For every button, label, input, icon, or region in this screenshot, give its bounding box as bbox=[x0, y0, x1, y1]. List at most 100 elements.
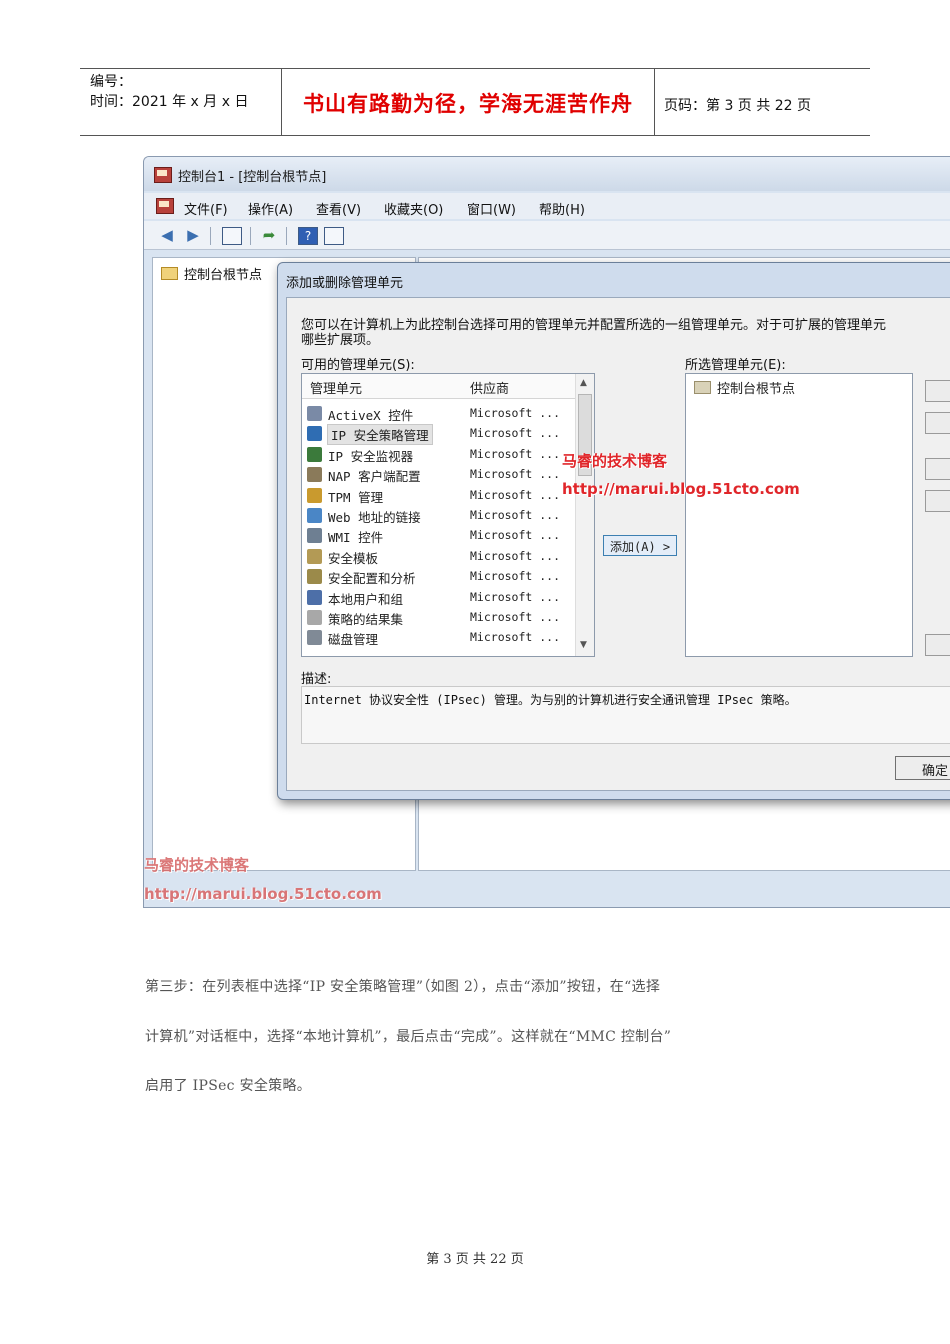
snapin-vendor: Microsoft ... bbox=[470, 589, 561, 604]
export-list-icon[interactable]: ➦ bbox=[260, 226, 278, 244]
menu-action[interactable]: 操作(A) bbox=[248, 199, 293, 218]
list-header: 管理单元 供应商 bbox=[302, 374, 576, 399]
snapin-icon bbox=[307, 630, 322, 646]
list-scrollbar[interactable]: ▲ ▼ bbox=[575, 374, 594, 656]
snapin-name: Web 地址的链接 bbox=[328, 510, 421, 525]
toolbar-separator bbox=[250, 227, 251, 245]
dialog-body: 您可以在计算机上为此控制台选择可用的管理单元并配置所选的一组管理单元。对于可扩展… bbox=[286, 297, 950, 791]
add-button[interactable]: 添加(A) > bbox=[603, 535, 677, 556]
menu-favorites[interactable]: 收藏夹(O) bbox=[384, 199, 443, 218]
window-titlebar: 控制台1 - [控制台根节点] bbox=[144, 157, 950, 191]
snapin-row[interactable]: IP 安全监视器 Microsoft ... bbox=[304, 445, 574, 465]
mmc-menu-icon[interactable] bbox=[156, 198, 174, 214]
column-snapin[interactable]: 管理单元 bbox=[310, 378, 362, 397]
mmc-screenshot: 控制台1 - [控制台根节点] 文件(F) 操作(A) 查看(V) 收藏夹(O)… bbox=[143, 156, 950, 908]
menu-bar: 文件(F) 操作(A) 查看(V) 收藏夹(O) 窗口(W) 帮助(H) bbox=[144, 193, 950, 219]
snapin-row[interactable]: Web 地址的链接 Microsoft ... bbox=[304, 506, 574, 526]
show-hide-tree-icon[interactable] bbox=[222, 227, 242, 245]
tree-item-console-root[interactable]: 控制台根节点 bbox=[161, 264, 262, 283]
snapin-row[interactable]: WMI 控件 Microsoft ... bbox=[304, 526, 574, 546]
watermark-blog-name-bottom: 马睿的技术博客 bbox=[144, 856, 250, 874]
selected-snapins-list[interactable]: 控制台根节点 bbox=[685, 373, 913, 657]
snapin-row[interactable]: 磁盘管理 Microsoft ... bbox=[304, 628, 574, 648]
snapin-name: 磁盘管理 bbox=[328, 632, 379, 648]
selected-snapins-label: 所选管理单元(E): bbox=[685, 358, 786, 373]
show-hide-action-pane-icon[interactable] bbox=[324, 227, 344, 245]
dialog-intro-line2: 哪些扩展项。 bbox=[301, 333, 380, 348]
back-arrow-icon[interactable]: ◀ bbox=[158, 226, 176, 244]
menu-window[interactable]: 窗口(W) bbox=[467, 199, 516, 218]
snapin-name: 安全配置和分析 bbox=[328, 571, 416, 587]
move-down-button[interactable] bbox=[925, 490, 950, 512]
add-remove-snapins-dialog: 添加或删除管理单元 您可以在计算机上为此控制台选择可用的管理单元并配置所选的一组… bbox=[277, 262, 950, 800]
snapin-name: IP 安全监视器 bbox=[328, 448, 414, 464]
snapin-row[interactable]: 安全配置和分析 Microsoft ... bbox=[304, 567, 574, 587]
body-line-1: 第三步：在列表框中选择“IP 安全策略管理”（如图 2），点击“添加”按钮，在“… bbox=[145, 979, 661, 995]
snapin-icon bbox=[307, 508, 322, 523]
header-bottom-rule bbox=[80, 135, 870, 136]
snapin-row[interactable]: ActiveX 控件 Microsoft ... bbox=[304, 404, 574, 424]
column-vendor[interactable]: 供应商 bbox=[470, 378, 509, 397]
page-indicator: 页码：第 3 页 共 22 页 bbox=[664, 98, 811, 114]
snapin-icon bbox=[307, 487, 322, 503]
snapin-icon bbox=[307, 406, 322, 421]
mmc-app-icon bbox=[154, 167, 172, 183]
snapin-name: 策略的结果集 bbox=[328, 612, 404, 627]
body-line-3: 启用了 IPSec 安全策略。 bbox=[145, 1078, 312, 1094]
forward-arrow-icon[interactable]: ▶ bbox=[184, 226, 202, 244]
snapin-vendor: Microsoft ... bbox=[470, 630, 561, 645]
window-title: 控制台1 - [控制台根节点] bbox=[178, 170, 327, 185]
description-text: Internet 协议安全性 (IPsec) 管理。为与别的计算机进行安全通讯管… bbox=[304, 693, 797, 707]
ok-button[interactable]: 确定 bbox=[895, 756, 950, 780]
page-footer: 第 3 页 共 22 页 bbox=[426, 1252, 524, 1267]
edit-extensions-button[interactable] bbox=[925, 380, 950, 402]
snapin-row[interactable]: TPM 管理 Microsoft ... bbox=[304, 486, 574, 506]
body-line-2: 计算机”对话框中，选择“本地计算机”，最后点击“完成”。这样就在“MMC 控制台… bbox=[145, 1029, 672, 1045]
description-box: Internet 协议安全性 (IPsec) 管理。为与别的计算机进行安全通讯管… bbox=[301, 686, 950, 744]
selected-item-console-root[interactable]: 控制台根节点 bbox=[694, 378, 795, 397]
snapin-icon bbox=[307, 426, 322, 442]
snapin-row[interactable]: NAP 客户端配置 Microsoft ... bbox=[304, 465, 574, 485]
snapin-vendor: Microsoft ... bbox=[470, 426, 561, 441]
snapin-row[interactable]: 本地用户和组 Microsoft ... bbox=[304, 588, 574, 608]
folder-icon bbox=[161, 267, 178, 280]
scroll-up-icon[interactable]: ▲ bbox=[580, 378, 587, 388]
snapin-vendor: Microsoft ... bbox=[470, 487, 561, 502]
watermark-blog-url-bottom: http://marui.blog.51cto.com bbox=[144, 885, 382, 903]
menu-view[interactable]: 查看(V) bbox=[316, 199, 361, 218]
available-snapins-label: 可用的管理单元(S): bbox=[301, 358, 415, 373]
snapin-name: 本地用户和组 bbox=[328, 591, 404, 607]
tree-item-label: 控制台根节点 bbox=[184, 268, 263, 283]
snapin-vendor: Microsoft ... bbox=[470, 508, 561, 522]
snapin-name: IP 安全策略管理 bbox=[327, 424, 433, 446]
snapin-name: WMI 控件 bbox=[328, 530, 384, 546]
advanced-button[interactable] bbox=[925, 634, 950, 656]
snapin-name: TPM 管理 bbox=[328, 489, 384, 505]
snapin-vendor: Microsoft ... bbox=[470, 569, 561, 584]
snapin-vendor: Microsoft ... bbox=[470, 610, 561, 624]
snapin-row[interactable]: 策略的结果集 Microsoft ... bbox=[304, 608, 574, 628]
snapin-row[interactable]: IP 安全策略管理 Microsoft ... bbox=[304, 424, 574, 446]
snapin-row[interactable]: 安全模板 Microsoft ... bbox=[304, 547, 574, 567]
selected-item-label: 控制台根节点 bbox=[717, 382, 796, 397]
description-label: 描述: bbox=[301, 672, 332, 687]
snapin-icon bbox=[307, 589, 322, 605]
document-number: 编号： bbox=[90, 74, 132, 90]
help-icon[interactable]: ? bbox=[298, 227, 318, 245]
snapin-icon bbox=[307, 528, 322, 544]
snapin-name: NAP 客户端配置 bbox=[328, 469, 421, 485]
snapin-name: 安全模板 bbox=[328, 550, 379, 566]
menu-help[interactable]: 帮助(H) bbox=[539, 199, 585, 218]
folder-icon bbox=[694, 381, 711, 394]
menu-file[interactable]: 文件(F) bbox=[184, 199, 228, 218]
snapin-vendor: Microsoft ... bbox=[470, 446, 561, 461]
dialog-title: 添加或删除管理单元 bbox=[286, 276, 404, 291]
remove-button[interactable] bbox=[925, 412, 950, 434]
snapin-icon bbox=[307, 548, 322, 564]
snapin-icon bbox=[307, 610, 322, 625]
snapin-name: ActiveX 控件 bbox=[328, 408, 414, 423]
move-up-button[interactable] bbox=[925, 458, 950, 480]
available-snapins-list[interactable]: 管理单元 供应商 ActiveX 控件 Microsoft ... IP 安全策略管… bbox=[301, 373, 595, 657]
scroll-down-icon[interactable]: ▼ bbox=[580, 640, 587, 650]
snapin-vendor: Microsoft ... bbox=[470, 406, 561, 420]
